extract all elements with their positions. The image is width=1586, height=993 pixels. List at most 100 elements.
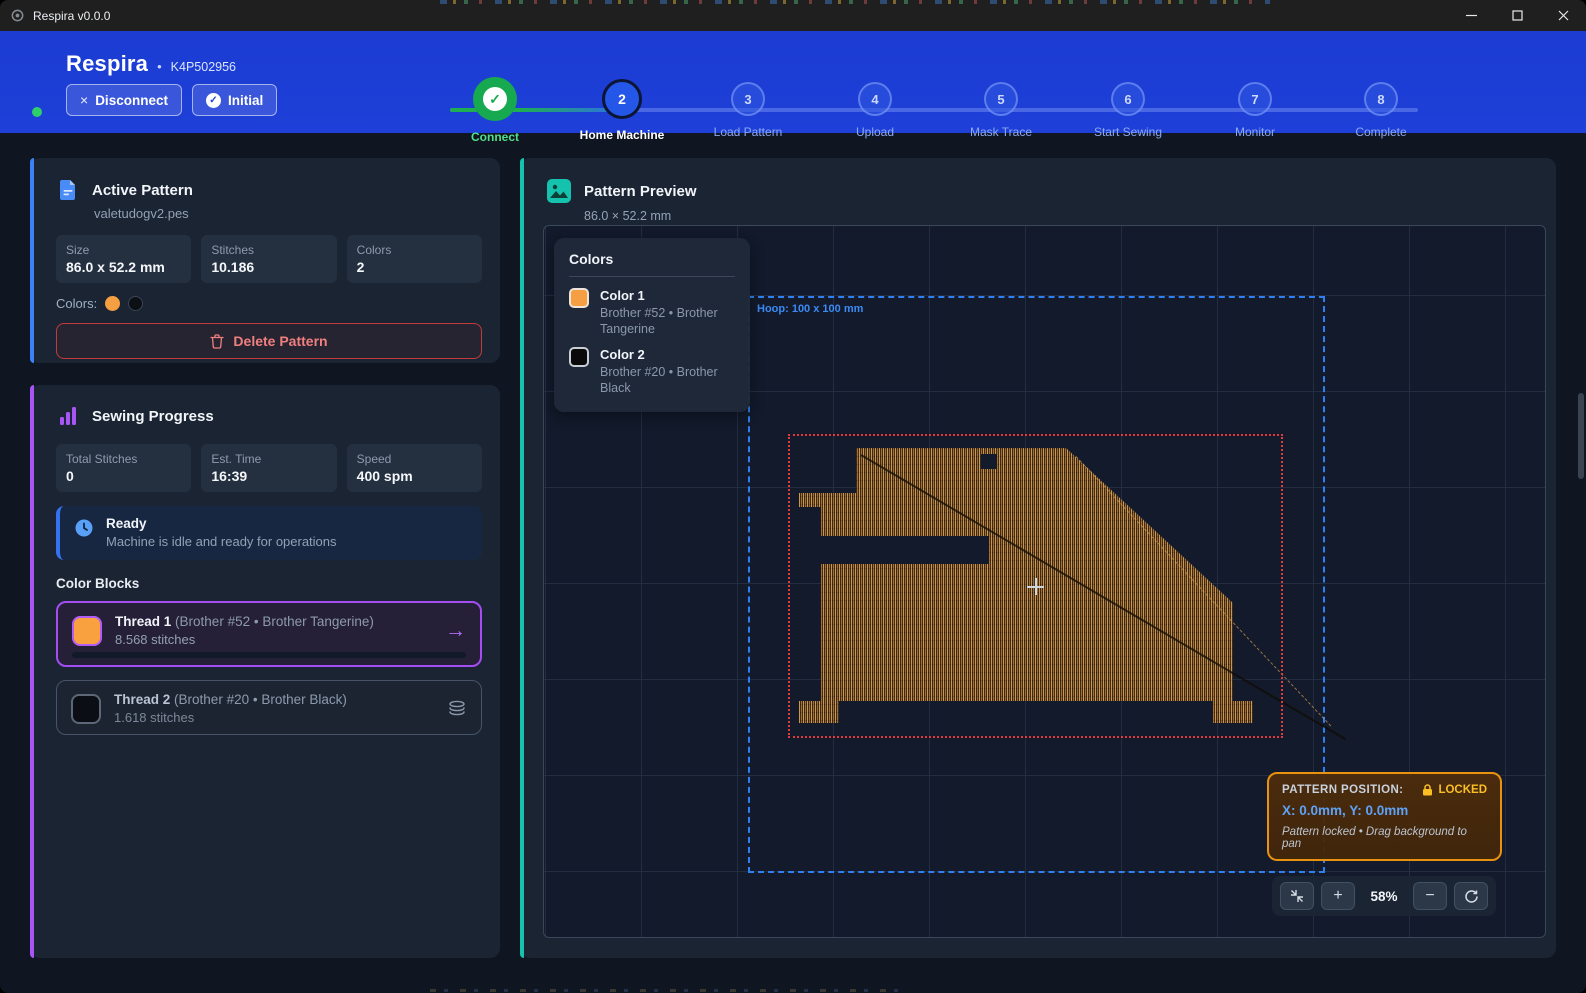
close-button[interactable] (1540, 0, 1586, 31)
file-icon (56, 178, 80, 202)
step-complete[interactable]: 8 Complete (1321, 71, 1441, 139)
card-accent (30, 158, 34, 363)
workflow-stepper: ✓ Connect 2 Home Machine 3 Load Pattern … (450, 71, 1460, 133)
thread-2-swatch (71, 694, 101, 724)
color-blocks-label: Color Blocks (56, 576, 482, 591)
fit-view-button[interactable] (1280, 882, 1314, 910)
check-circle-icon: ✓ (206, 93, 221, 108)
preview-dimensions: 86.0 × 52.2 mm (584, 209, 1556, 223)
app-window: Respira v0.0.0 Respira • K4P502956 × Dis… (0, 0, 1586, 993)
pattern-center-crosshair (1027, 578, 1044, 595)
colors-legend-panel: Colors Color 1 Brother #52 • Brother Tan… (554, 238, 750, 412)
zoom-out-button[interactable]: − (1413, 882, 1447, 910)
arrow-right-icon: → (445, 619, 466, 643)
thread-block-2[interactable]: Thread 2 (Brother #20 • Brother Black) 1… (56, 680, 482, 735)
machine-serial: K4P502956 (171, 60, 236, 74)
reset-view-button[interactable] (1454, 882, 1488, 910)
position-label: PATTERN POSITION: (1282, 784, 1403, 796)
step-start-sewing[interactable]: 6 Start Sewing (1068, 71, 1188, 139)
step-monitor[interactable]: 7 Monitor (1195, 71, 1315, 139)
titlebar: Respira v0.0.0 (0, 0, 1586, 31)
preview-canvas[interactable]: Hoop: 100 x 100 mm Colors Color 1 Brothe… (543, 225, 1546, 938)
layers-stack-icon (447, 699, 467, 719)
zoom-in-button[interactable]: + (1321, 882, 1355, 910)
background-artifact (430, 989, 910, 992)
delete-pattern-button[interactable]: Delete Pattern (56, 323, 482, 359)
delete-pattern-label: Delete Pattern (233, 333, 327, 349)
legend-swatch-orange (569, 288, 589, 308)
thread-block-1[interactable]: Thread 1 (Brother #52 • Brother Tangerin… (56, 601, 482, 667)
minus-icon: − (1425, 887, 1434, 905)
locked-badge: LOCKED (1422, 784, 1487, 796)
disconnect-button[interactable]: × Disconnect (66, 84, 182, 116)
legend-swatch-black (569, 347, 589, 367)
color-swatch-orange (105, 296, 120, 311)
pattern-position-overlay: PATTERN POSITION: LOCKED X: 0.0mm, Y: 0.… (1267, 772, 1502, 861)
legend-item-color-1: Color 1 Brother #52 • Brother Tangerine (569, 288, 735, 337)
step-load-pattern[interactable]: 3 Load Pattern (688, 71, 808, 139)
thread-1-progress-bar (72, 652, 466, 658)
status-description: Machine is idle and ready for operations (106, 534, 337, 549)
stat-total-stitches: Total Stitches 0 (56, 444, 191, 492)
maximize-button[interactable] (1494, 0, 1540, 31)
pattern-preview-card: Pattern Preview 86.0 × 52.2 mm Hoop: 100… (520, 158, 1556, 958)
sewing-progress-card: Sewing Progress Total Stitches 0 Est. Ti… (30, 385, 500, 958)
window-title: Respira v0.0.0 (33, 9, 110, 23)
thread-1-swatch (72, 616, 102, 646)
brand-separator: • (157, 59, 162, 74)
background-artifact (440, 0, 1270, 4)
thread-2-name: Thread 2 (114, 692, 170, 707)
app-icon (10, 8, 25, 23)
card-accent (30, 385, 34, 958)
colors-label: Colors: (56, 296, 97, 311)
initial-label: Initial (228, 93, 263, 108)
app-header: Respira • K4P502956 × Disconnect ✓ Initi… (0, 31, 1586, 133)
x-icon: × (80, 92, 88, 108)
legend-title: Colors (569, 251, 735, 277)
thread-1-stitches: 8.568 stitches (115, 632, 374, 647)
clock-icon (74, 518, 94, 538)
connection-status-dot (32, 107, 42, 117)
hoop-label: Hoop: 100 x 100 mm (757, 303, 863, 315)
stat-speed: Speed 400 spm (347, 444, 482, 492)
step-connect[interactable]: ✓ Connect (435, 71, 555, 144)
position-note: Pattern locked • Drag background to pan (1282, 826, 1487, 850)
color-swatch-black (128, 296, 143, 311)
card-title: Sewing Progress (92, 408, 214, 425)
step-done-icon: ✓ (473, 77, 517, 121)
image-icon (546, 178, 572, 204)
step-upload[interactable]: 4 Upload (815, 71, 935, 139)
plus-icon: + (1333, 887, 1342, 905)
lock-icon (1422, 784, 1433, 796)
brand-title: Respira (66, 51, 148, 77)
pattern-filename: valetudogv2.pes (94, 206, 482, 221)
stat-size: Size 86.0 x 52.2 mm (56, 235, 191, 283)
active-pattern-card: Active Pattern valetudogv2.pes Size 86.0… (30, 158, 500, 363)
machine-status-banner: Ready Machine is idle and ready for oper… (56, 506, 482, 560)
step-home-machine[interactable]: 2 Home Machine (562, 71, 682, 142)
collapse-icon (1290, 889, 1304, 903)
refresh-icon (1464, 889, 1479, 904)
thread-1-name: Thread 1 (115, 614, 171, 629)
legend-item-color-2: Color 2 Brother #20 • Brother Black (569, 347, 735, 396)
window-scrollbar-thumb[interactable] (1578, 393, 1584, 479)
zoom-controls: + 58% − (1272, 876, 1496, 916)
card-accent (520, 158, 524, 958)
thread-2-stitches: 1.618 stitches (114, 710, 347, 725)
card-title: Pattern Preview (584, 183, 697, 200)
position-coordinates: X: 0.0mm, Y: 0.0mm (1282, 803, 1487, 818)
step-mask-trace[interactable]: 5 Mask Trace (941, 71, 1061, 139)
thread-2-detail: (Brother #20 • Brother Black) (174, 692, 347, 707)
initial-button[interactable]: ✓ Initial (192, 84, 277, 116)
stat-colors: Colors 2 (347, 235, 482, 283)
zoom-level: 58% (1362, 889, 1406, 904)
card-title: Active Pattern (92, 182, 193, 199)
trash-icon (210, 334, 224, 349)
disconnect-label: Disconnect (95, 93, 168, 108)
bar-chart-icon (56, 404, 80, 428)
thread-1-detail: (Brother #52 • Brother Tangerine) (175, 614, 374, 629)
stat-stitches: Stitches 10.186 (201, 235, 336, 283)
stat-est-time: Est. Time 16:39 (201, 444, 336, 492)
minimize-button[interactable] (1448, 0, 1494, 31)
status-title: Ready (106, 516, 337, 531)
